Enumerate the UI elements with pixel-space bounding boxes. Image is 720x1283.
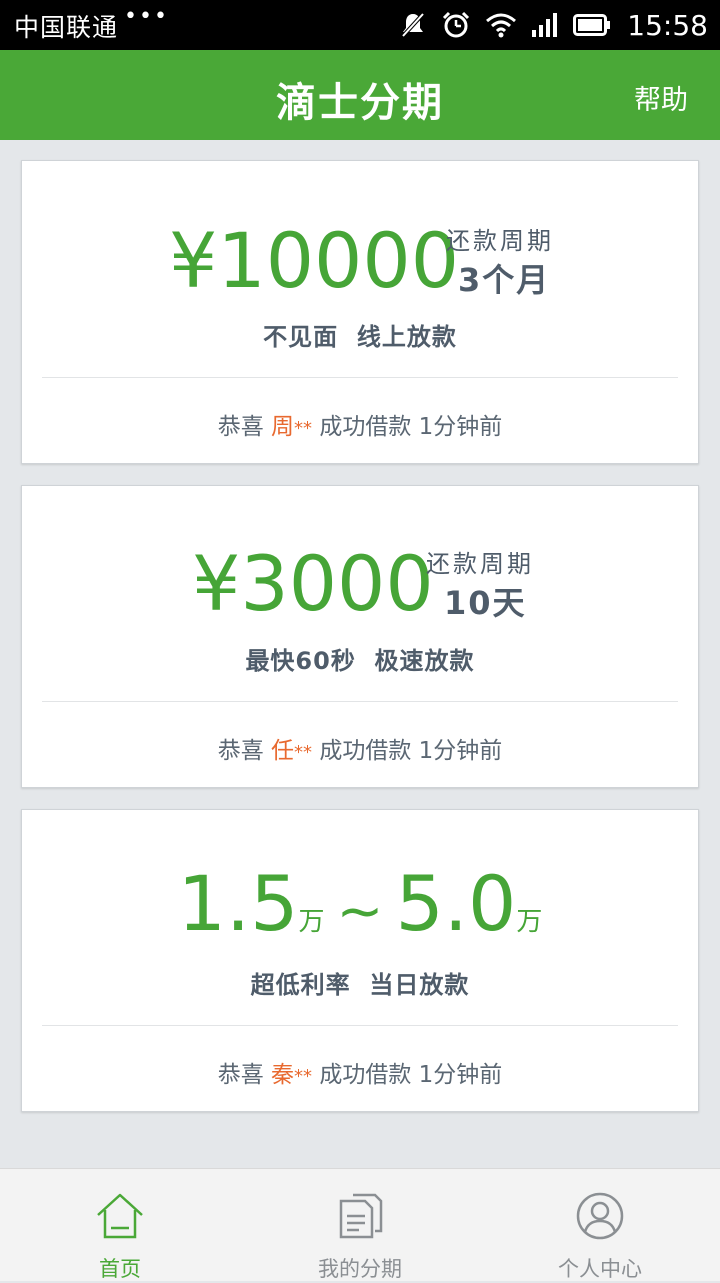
tab-personal-center[interactable]: 个人中心	[480, 1169, 720, 1281]
clock: 15:58	[627, 8, 708, 42]
period-label: 还款周期	[446, 227, 554, 255]
battery-icon	[573, 14, 611, 36]
loan-amount: ¥3000	[192, 539, 434, 628]
card-divider	[42, 1025, 678, 1026]
tab-my-installments[interactable]: 我的分期	[240, 1169, 480, 1281]
signal-icon	[532, 13, 558, 37]
help-button[interactable]: 帮助	[634, 78, 688, 117]
tab-label: 我的分期	[318, 1257, 402, 1281]
loan-range: 1.5万 ~5.0万	[22, 866, 698, 945]
range-high-unit: 万	[516, 907, 543, 937]
congrats-message: 恭喜 任** 成功借款 1分钟前	[217, 738, 503, 764]
period-value: 10天	[444, 584, 527, 622]
card-divider	[42, 701, 678, 702]
tab-home[interactable]: 首页	[0, 1169, 240, 1281]
borrower-name: 秦	[271, 1062, 295, 1088]
wifi-icon	[486, 13, 517, 38]
period-label: 还款周期	[426, 550, 534, 578]
card-tagline: 超低利率 当日放款	[250, 971, 470, 999]
congrats-message: 恭喜 周** 成功借款 1分钟前	[217, 414, 503, 440]
mute-icon	[401, 12, 425, 38]
loan-card-2[interactable]: ¥3000 还款周期 10天 最快60秒 极速放款 恭喜 任** 成功借款 1分…	[21, 485, 699, 788]
app-header: 滴士分期 帮助	[0, 50, 720, 140]
period-value: 3个月	[458, 261, 551, 299]
home-icon	[97, 1193, 143, 1239]
card-tagline: 最快60秒 极速放款	[245, 647, 475, 675]
bottom-tab-bar: 首页 我的分期 个人中心	[0, 1168, 720, 1281]
status-icons: 15:58	[399, 8, 708, 42]
loan-amount: ¥10000	[169, 216, 460, 305]
loan-card-3[interactable]: 1.5万 ~5.0万 超低利率 当日放款 恭喜 秦** 成功借款 1分钟前	[21, 809, 699, 1112]
congrats-message: 恭喜 秦** 成功借款 1分钟前	[217, 1062, 503, 1088]
borrower-name: 周	[271, 414, 295, 440]
app-title: 滴士分期	[276, 80, 444, 126]
loan-card-1[interactable]: ¥10000 还款周期 3个月 不见面 线上放款 恭喜 周** 成功借款 1分钟…	[21, 160, 699, 464]
range-high: 5.0	[395, 859, 517, 948]
card-tagline: 不见面 线上放款	[263, 323, 457, 351]
tab-label: 首页	[99, 1257, 141, 1281]
user-icon	[576, 1192, 624, 1240]
range-separator: ~	[336, 879, 384, 944]
borrower-name: 任	[271, 738, 295, 764]
carrier-name: 中国联通	[14, 13, 119, 42]
card-divider	[42, 377, 678, 378]
notification-dots: •••	[124, 4, 169, 29]
alarm-icon	[443, 11, 470, 38]
status-bar: 中国联通 ••• 15:58	[0, 0, 720, 50]
range-low: 1.5	[177, 859, 299, 948]
range-low-unit: 万	[298, 907, 325, 937]
document-icon	[339, 1193, 383, 1239]
tab-label: 个人中心	[558, 1257, 642, 1281]
